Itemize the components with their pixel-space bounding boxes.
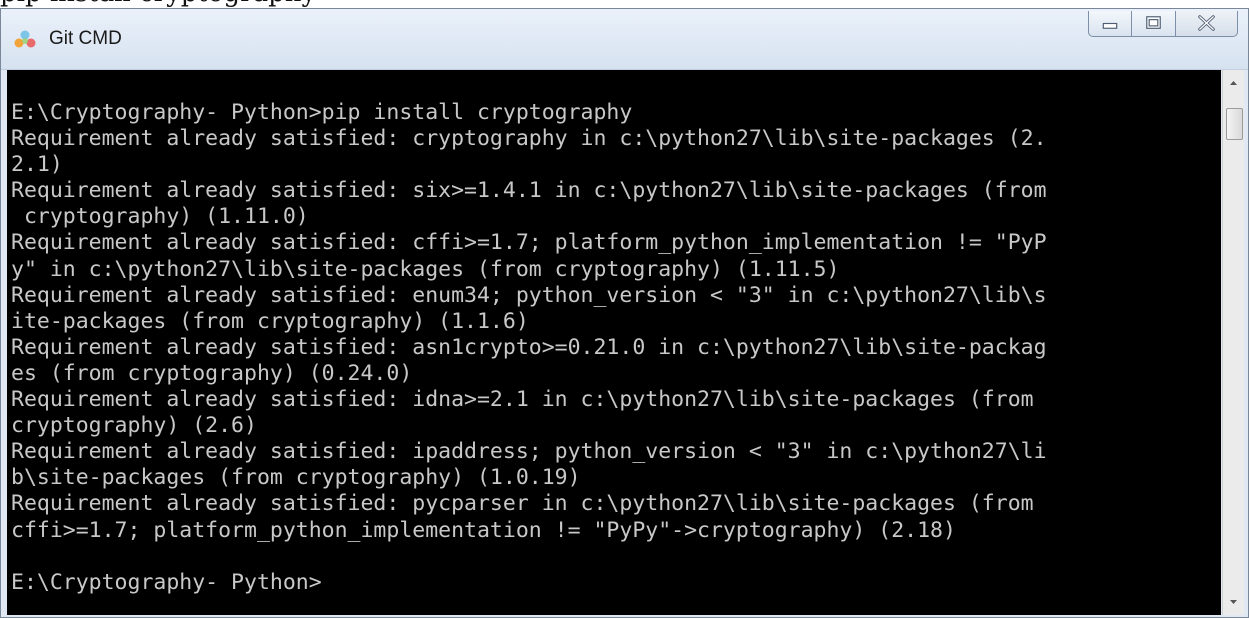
console-output-area[interactable]: E:\Cryptography- Python>pip install cryp… [7,70,1221,615]
console-line: es (from cryptography) (0.24.0) [11,360,413,386]
git-cmd-icon [14,30,36,48]
scroll-thumb[interactable] [1226,108,1243,140]
console-line: cryptography) (1.11.0) [11,204,309,230]
scroll-up-arrow-icon [1230,81,1237,85]
console-line: Requirement already satisfied: pycparser… [11,491,1034,517]
title-bar[interactable]: Git CMD [1,9,1248,70]
console-line: ite-packages (from cryptography) (1.1.6) [11,308,529,334]
minimize-icon [1102,22,1118,29]
page-header-fragment: pip install cryptography [0,0,1249,8]
console-line: 2.1) [11,152,63,178]
minimize-button[interactable] [1088,11,1132,37]
close-icon [1198,15,1215,31]
console-line: E:\Cryptography- Python>pip install cryp… [11,100,633,125]
scroll-down-arrow-icon [1230,600,1237,604]
scroll-up-button[interactable] [1223,72,1244,94]
maximize-button[interactable] [1132,11,1176,37]
git-cmd-window: Git CMD E:\Cryptography- Python>pip inst… [0,8,1249,618]
console-line: cryptography) (2.6) [11,413,257,439]
console-line: Requirement already satisfied: idna>=2.1… [11,387,1034,413]
console-line: y" in c:\python27\lib\site-packages (fro… [11,256,840,282]
console-line: Requirement already satisfied: ipaddress… [11,439,1047,465]
console-line: E:\Cryptography- Python> [11,569,322,595]
console-line: Requirement already satisfied: cffi>=1.7… [11,230,1047,256]
console-text: E:\Cryptography- Python>pip install cryp… [11,100,1047,596]
window-title: Git CMD [49,28,122,49]
console-line: cffi>=1.7; platform_python_implementatio… [11,517,956,543]
console-line: Requirement already satisfied: enum34; p… [11,282,1047,308]
console-line: Requirement already satisfied: asn1crypt… [11,334,1047,360]
window-controls [1088,11,1238,39]
maximize-icon [1146,16,1161,29]
console-line: b\site-packages (from cryptography) (1.0… [11,465,581,491]
scroll-down-button[interactable] [1223,591,1244,613]
console-line: Requirement already satisfied: six>=1.4.… [11,178,1047,204]
vertical-scrollbar[interactable] [1222,70,1244,615]
console-line: Requirement already satisfied: cryptogra… [11,126,1047,152]
close-button[interactable] [1176,11,1238,37]
